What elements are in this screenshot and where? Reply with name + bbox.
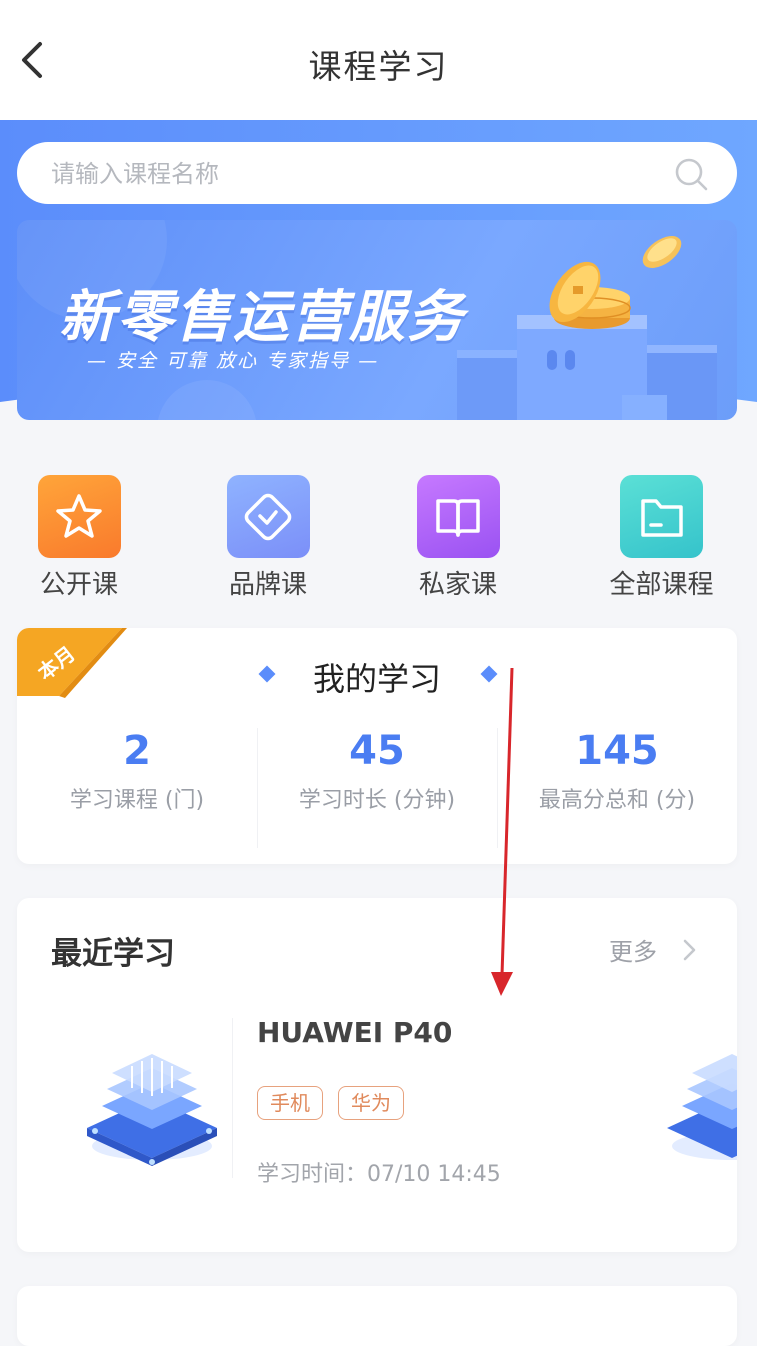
- category-public[interactable]: 公开课: [33, 475, 125, 601]
- chip-illustration: [667, 1054, 737, 1160]
- book-icon: [416, 475, 500, 558]
- course-name: HUAWEI P40: [257, 1016, 453, 1049]
- category-brand[interactable]: 品牌课: [222, 475, 314, 601]
- stat-value: 2: [123, 728, 151, 774]
- badge-check-icon: [226, 475, 310, 558]
- star-icon: [37, 475, 121, 558]
- stat-courses: 2 学习课程 (门): [17, 728, 257, 814]
- search-input[interactable]: [49, 150, 663, 198]
- category-label: 私家课: [418, 570, 497, 600]
- chip-illustration: [87, 1054, 217, 1166]
- divider: [232, 1018, 233, 1178]
- folder-icon: [620, 475, 703, 558]
- stat-value: 145: [575, 728, 659, 774]
- more-label: 更多: [609, 938, 657, 966]
- study-title: 我的学习: [312, 660, 441, 698]
- stat-duration: 45 学习时长 (分钟): [257, 728, 497, 814]
- recent-study-card: 最近学习 更多 HUAWEI P40 手机 华为 学习时间：07/10 14:4…: [17, 898, 737, 1252]
- promo-banner[interactable]: 新零售运营服务 — 安全 可靠 放心 专家指导 —: [17, 220, 737, 420]
- category-label: 公开课: [39, 570, 118, 600]
- my-study-card: 本月 我的学习 2 学习课程 (门) 45 学习时长 (分钟) 145 最高分总…: [17, 628, 737, 864]
- more-link[interactable]: 更多: [609, 932, 703, 967]
- page-title: 课程学习: [308, 47, 449, 86]
- top-bar: 课程学习: [0, 0, 757, 120]
- category-private[interactable]: 私家课: [412, 475, 504, 601]
- category-all[interactable]: 全部课程: [604, 475, 719, 601]
- stat-score: 145 最高分总和 (分): [497, 728, 737, 814]
- search-bar[interactable]: [17, 142, 737, 204]
- banner-subtitle: — 安全 可靠 放心 专家指导 —: [87, 350, 380, 372]
- stat-value: 45: [349, 728, 405, 774]
- category-label: 品牌课: [228, 570, 307, 600]
- course-study-time: 学习时间：07/10 14:45: [257, 1162, 501, 1187]
- stat-label: 学习课程 (门): [69, 788, 205, 813]
- chevron-right-icon: [683, 939, 696, 960]
- banner-title: 新零售运营服务: [59, 285, 465, 350]
- course-tag: 华为: [338, 1086, 404, 1120]
- search-icon[interactable]: [673, 156, 709, 192]
- stat-label: 最高分总和 (分): [538, 788, 696, 813]
- category-grid: 公开课 品牌课 私家课 全部课程: [0, 470, 757, 600]
- category-label: 全部课程: [609, 570, 714, 600]
- coins-building-illustration: [457, 236, 717, 420]
- course-list-item[interactable]: HUAWEI P40 手机 华为 学习时间：07/10 14:45: [17, 1008, 737, 1208]
- next-card: [17, 1286, 737, 1346]
- stat-label: 学习时长 (分钟): [298, 788, 456, 813]
- recent-title: 最近学习: [51, 936, 175, 972]
- course-tag: 手机: [257, 1086, 323, 1120]
